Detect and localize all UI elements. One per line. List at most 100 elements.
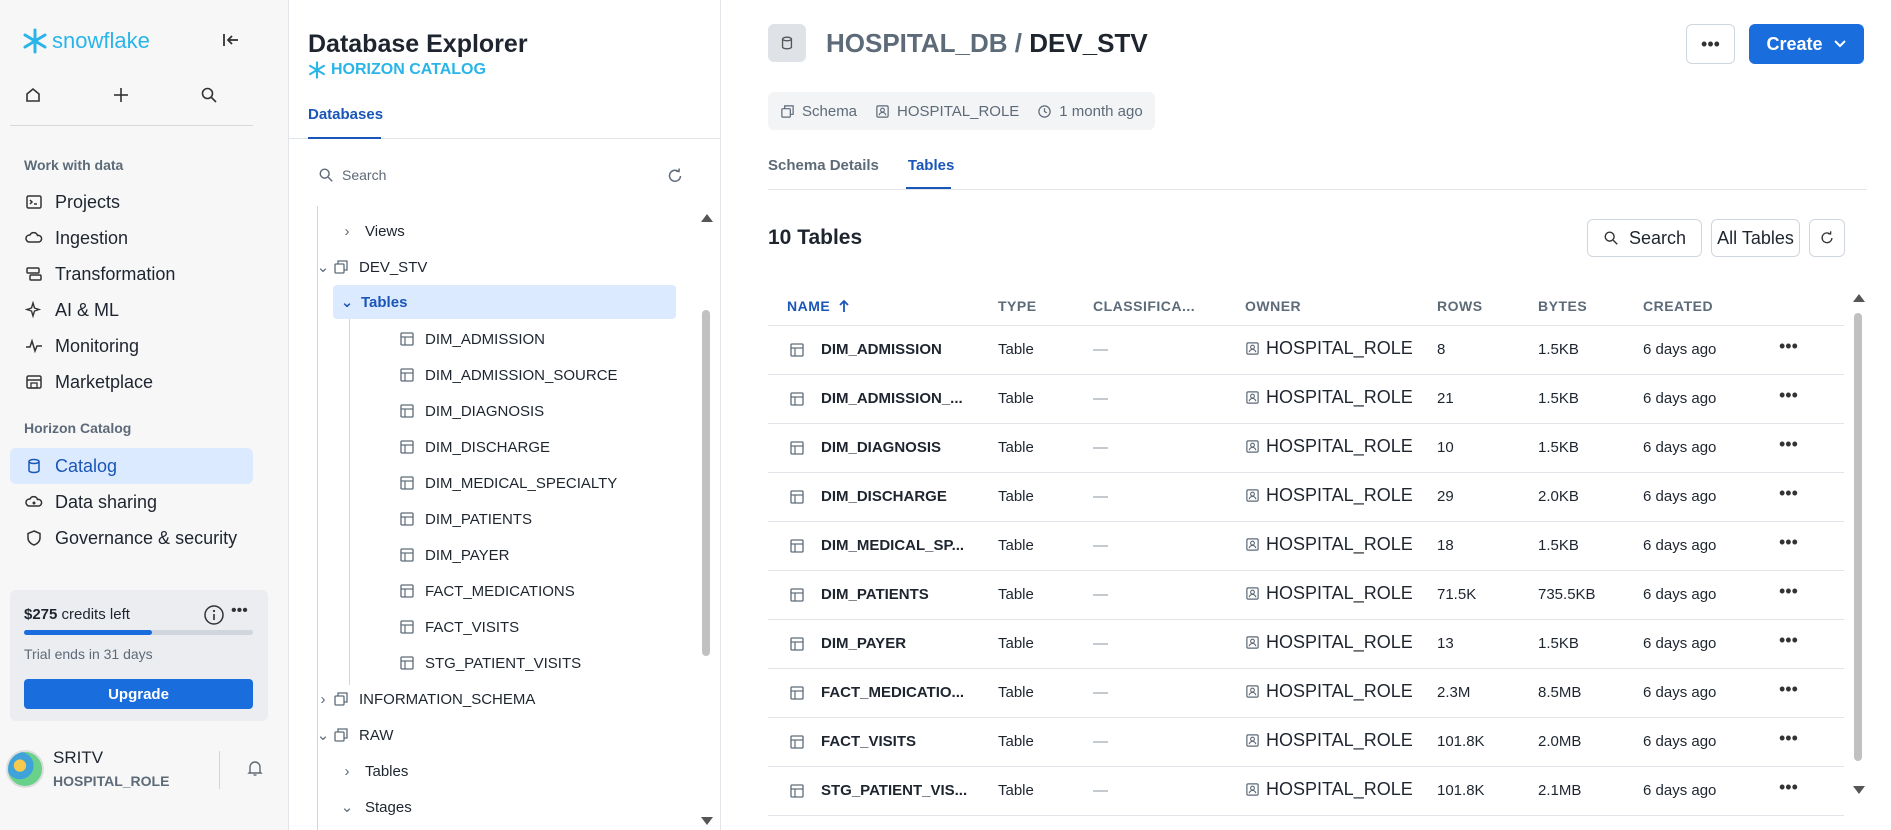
tree-node-table[interactable]: DIM_ADMISSION (399, 322, 545, 356)
cell-name[interactable]: STG_PATIENT_VIS... (821, 782, 967, 799)
row-more-icon[interactable]: ••• (1779, 630, 1798, 651)
table-row[interactable]: DIM_MEDICAL_SP... Table — HOSPITAL_ROLE 18 1.… (768, 522, 1844, 571)
nav-item-transformation[interactable]: Transformation (10, 256, 253, 292)
row-more-icon[interactable]: ••• (1779, 728, 1798, 749)
nav-item-monitoring[interactable]: Monitoring (10, 328, 253, 364)
cell-name[interactable]: FACT_MEDICATIO... (821, 684, 964, 701)
tree-node-table[interactable]: DIM_PATIENTS (399, 502, 532, 536)
tree-node-table[interactable]: FACT_MEDICATIONS (399, 574, 575, 608)
owner-label: HOSPITAL_ROLE (1266, 681, 1413, 701)
column-header-bytes[interactable]: BYTES (1538, 298, 1587, 314)
tree-node-table[interactable]: DIM_MEDICAL_SPECIALTY (399, 466, 617, 500)
nav-item-projects[interactable]: Projects (10, 184, 253, 220)
tree-node-raw[interactable]: ⌄ RAW (313, 718, 394, 752)
tree-node-raw-tables[interactable]: › Tables (337, 754, 409, 788)
row-more-icon[interactable]: ••• (1779, 385, 1798, 406)
tab-schema-details[interactable]: Schema Details (768, 157, 879, 174)
table-search-button[interactable]: Search (1587, 219, 1702, 257)
tree-node-raw-stages[interactable]: ⌄ Stages (337, 790, 412, 824)
column-header-created[interactable]: CREATED (1643, 298, 1713, 314)
search-icon[interactable] (200, 86, 218, 104)
snowflake-logo[interactable]: snowflake (22, 28, 150, 54)
tab-tables[interactable]: Tables (908, 157, 954, 174)
user-profile[interactable]: SRITV HOSPITAL_ROLE (6, 745, 276, 795)
create-button[interactable]: Create (1749, 24, 1864, 64)
credits-more-icon[interactable]: ••• (231, 602, 248, 620)
node-label: RAW (359, 726, 394, 744)
tree-node-views[interactable]: › Views (337, 214, 405, 248)
info-icon[interactable] (203, 604, 225, 626)
column-header-owner[interactable]: OWNER (1245, 298, 1301, 314)
upgrade-button[interactable]: Upgrade (24, 679, 253, 709)
nav-item-catalog[interactable]: Catalog (10, 448, 253, 484)
row-more-icon[interactable]: ••• (1779, 336, 1798, 357)
tree-node-table[interactable]: DIM_PAYER (399, 538, 509, 572)
all-tables-filter[interactable]: All Tables (1711, 219, 1800, 257)
tab-databases[interactable]: Databases (308, 106, 383, 123)
tree-node-table[interactable]: DIM_ADMISSION_SOURCE (399, 358, 618, 392)
home-icon[interactable] (24, 86, 42, 104)
cell-name[interactable]: FACT_VISITS (821, 733, 916, 750)
row-more-icon[interactable]: ••• (1779, 483, 1798, 504)
cell-name[interactable]: DIM_ADMISSION_... (821, 390, 963, 407)
scroll-up-icon[interactable] (1852, 293, 1866, 303)
tree-node-information-schema[interactable]: › INFORMATION_SCHEMA (313, 682, 536, 716)
collapse-sidebar-icon[interactable] (222, 32, 240, 48)
plus-icon[interactable] (112, 86, 130, 104)
table-row[interactable]: STG_PATIENT_VIS... Table — HOSPITAL_ROLE 101… (768, 767, 1844, 816)
table-row[interactable]: DIM_ADMISSION Table — HOSPITAL_ROLE 8 1.5KB 6 … (768, 326, 1844, 375)
column-header-classification[interactable]: CLASSIFICA... (1093, 298, 1195, 314)
column-header-rows[interactable]: ROWS (1437, 298, 1483, 314)
table-row[interactable]: FACT_MEDICATIO... Table — HOSPITAL_ROLE 2.3M… (768, 669, 1844, 718)
nav-label: Ingestion (55, 227, 129, 248)
nav-item-ingestion[interactable]: Ingestion (10, 220, 253, 256)
row-more-icon[interactable]: ••• (1779, 434, 1798, 455)
cell-name[interactable]: DIM_MEDICAL_SP... (821, 537, 964, 554)
refresh-icon[interactable] (666, 167, 684, 185)
tree-node-table[interactable]: DIM_DIAGNOSIS (399, 394, 544, 428)
database-explorer-pane: Database Explorer HORIZON CATALOG Databa… (289, 0, 721, 830)
row-more-icon[interactable]: ••• (1779, 777, 1798, 798)
scroll-down-icon[interactable] (700, 816, 714, 826)
explorer-search-input[interactable]: Search (318, 167, 386, 183)
bell-icon[interactable] (246, 759, 264, 777)
table-row[interactable]: DIM_DIAGNOSIS Table — HOSPITAL_ROLE 10 1.5KB 6… (768, 424, 1844, 473)
snowflake-icon (309, 61, 325, 79)
cell-type: Table (998, 439, 1034, 456)
tree-node-dev-stv[interactable]: ⌄ DEV_STV (313, 250, 428, 284)
column-header-name[interactable]: NAME (787, 298, 850, 314)
role-icon (1246, 538, 1259, 551)
explorer-scrollbar[interactable] (702, 310, 710, 656)
table-row[interactable]: DIM_ADMISSION_... Table — HOSPITAL_ROLE 21 1.… (768, 375, 1844, 424)
column-header-type[interactable]: TYPE (998, 298, 1037, 314)
cell-name[interactable]: DIM_PAYER (821, 635, 906, 652)
table-row[interactable]: FACT_VISITS Table — HOSPITAL_ROLE 101.8K 2.0M… (768, 718, 1844, 767)
cell-name[interactable]: DIM_DISCHARGE (821, 488, 947, 505)
table-row[interactable]: DIM_PATIENTS Table — HOSPITAL_ROLE 71.5K 735.… (768, 571, 1844, 620)
tree-node-table[interactable]: FACT_VISITS (399, 610, 519, 644)
avatar[interactable] (6, 750, 44, 788)
tree-node-table[interactable]: DIM_DISCHARGE (399, 430, 550, 464)
nav-item-ai-ml[interactable]: AI & ML (10, 292, 253, 328)
more-actions-button[interactable]: ••• (1686, 24, 1735, 64)
table-row[interactable]: DIM_DISCHARGE Table — HOSPITAL_ROLE 29 2.0KB 6… (768, 473, 1844, 522)
scroll-up-icon[interactable] (700, 213, 714, 223)
row-more-icon[interactable]: ••• (1779, 581, 1798, 602)
row-more-icon[interactable]: ••• (1779, 532, 1798, 553)
tree-node-tables[interactable]: ⌄ Tables (333, 285, 676, 319)
credits-suffix: credits left (61, 606, 130, 623)
breadcrumb-db[interactable]: HOSPITAL_DB (826, 28, 1008, 58)
tree-node-table[interactable]: STG_PATIENT_VISITS (399, 646, 581, 680)
row-more-icon[interactable]: ••• (1779, 679, 1798, 700)
nav-item-marketplace[interactable]: Marketplace (10, 364, 253, 400)
cell-name[interactable]: DIM_DIAGNOSIS (821, 439, 941, 456)
cell-name[interactable]: DIM_PATIENTS (821, 586, 929, 603)
table-refresh-button[interactable] (1809, 219, 1845, 257)
grid-scrollbar[interactable] (1854, 313, 1862, 761)
nav-item-data-sharing[interactable]: Data sharing (10, 484, 253, 520)
table-row[interactable]: DIM_PAYER Table — HOSPITAL_ROLE 13 1.5KB 6 day… (768, 620, 1844, 669)
cell-name[interactable]: DIM_ADMISSION (821, 341, 942, 358)
nav-item-governance[interactable]: Governance & security (10, 520, 253, 556)
scroll-down-icon[interactable] (1852, 785, 1866, 795)
cell-type: Table (998, 341, 1034, 358)
